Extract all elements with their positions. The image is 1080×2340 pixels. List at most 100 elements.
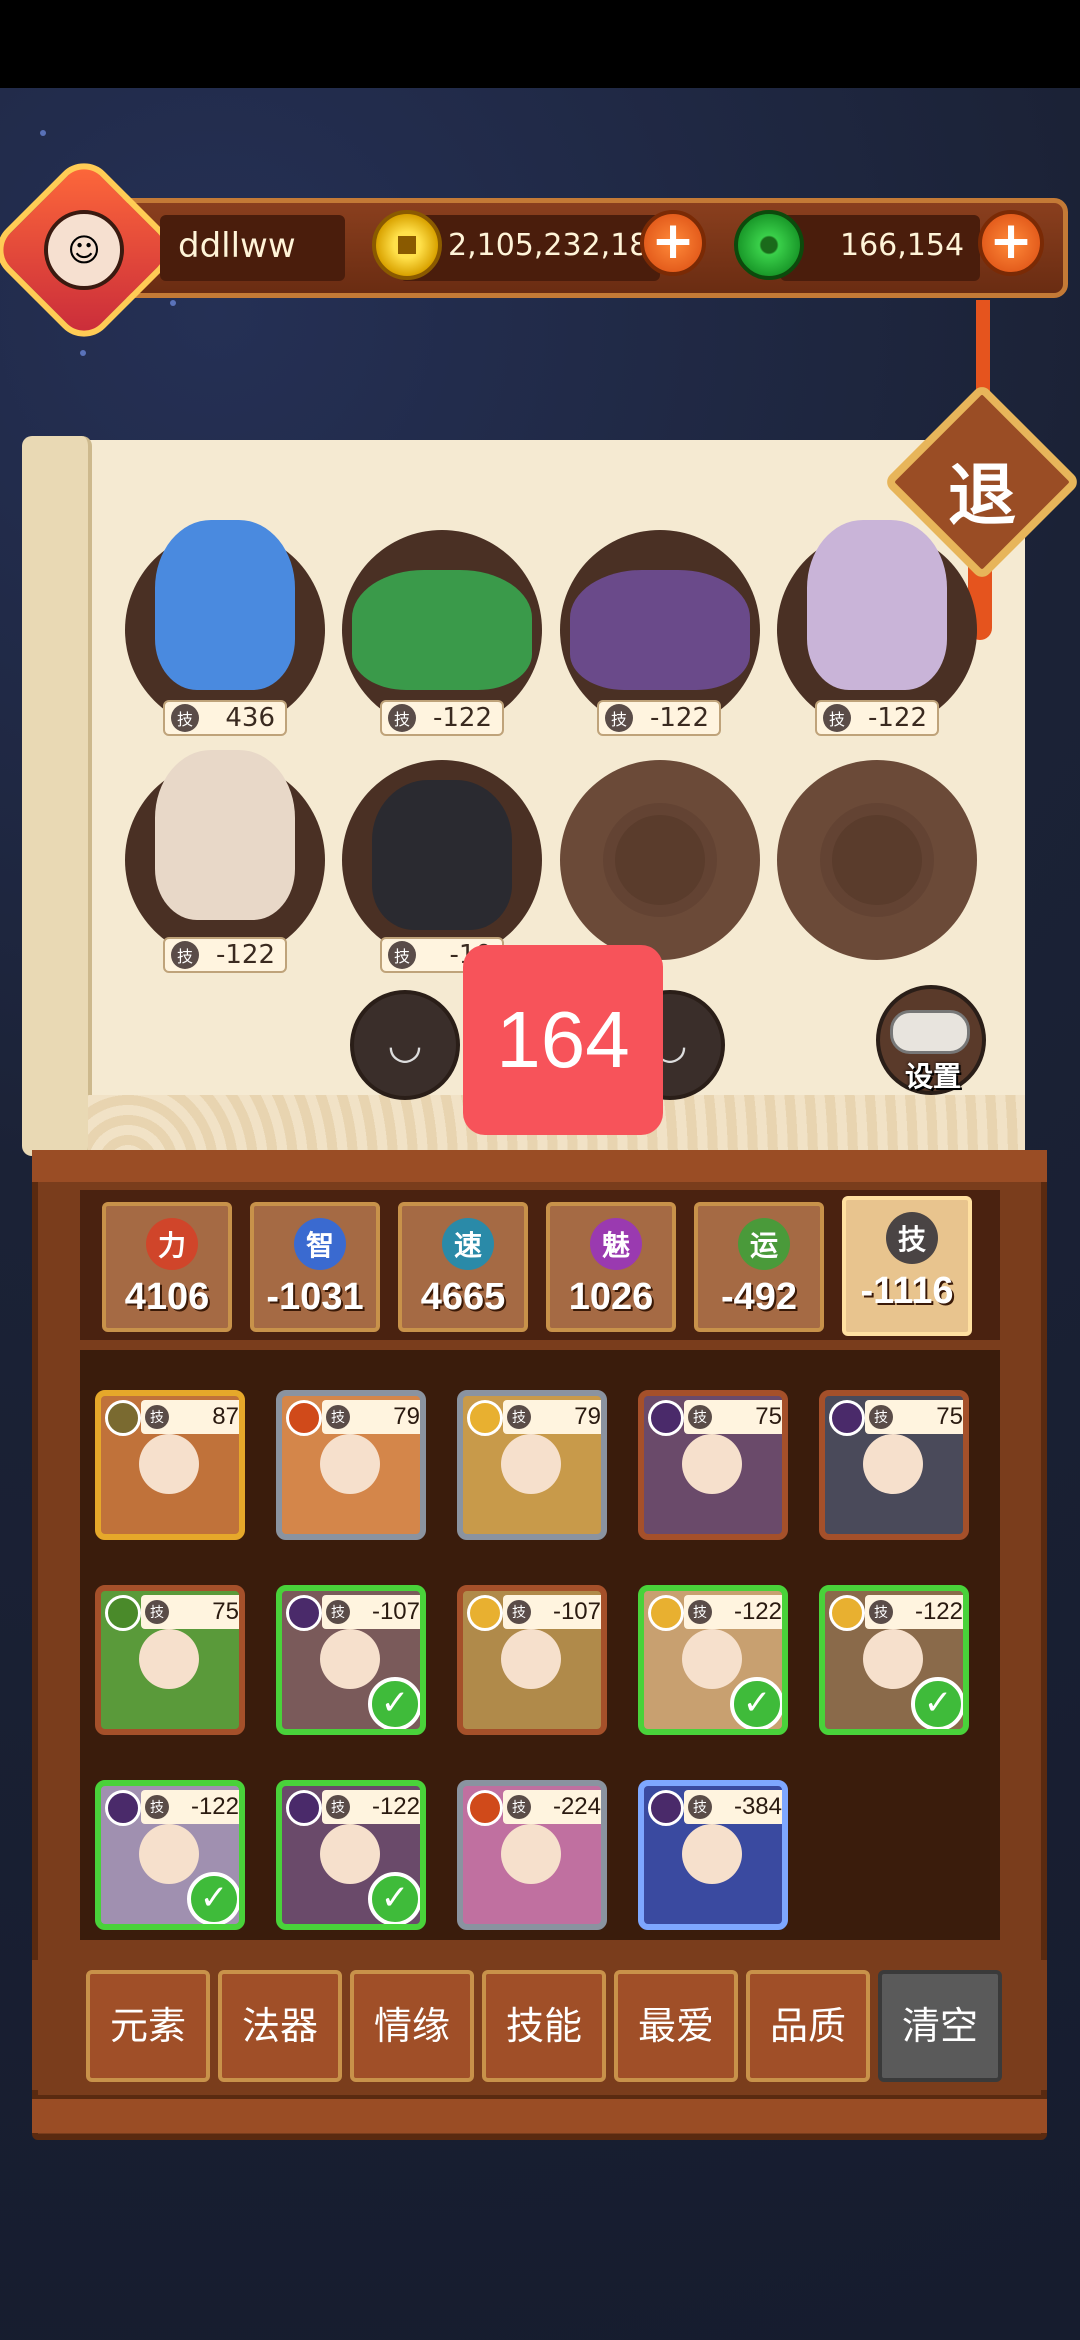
element-icon [286,1400,322,1436]
skill-icon: 技 [145,1600,169,1624]
hero-card-selected[interactable]: 技 -122 ✓ [819,1585,969,1735]
checkmark-icon: ✓ [911,1677,963,1729]
sparkle [170,300,176,306]
hero-card[interactable]: 技 -384 [638,1780,788,1930]
stat-value: -492 [720,1276,798,1318]
card-skill-value: 75 [212,1598,239,1625]
hero-card[interactable]: 技 -224 [457,1780,607,1930]
card-skill-badge: 技 79 [503,1400,601,1434]
hero-card-selected[interactable]: 技 -107 ✓ [276,1585,426,1735]
card-skill-badge: 技 -122 [322,1790,420,1824]
sparkle [40,130,46,136]
strength-icon: 力 [146,1218,198,1270]
skill-icon: 技 [507,1405,531,1429]
slot-skill-value: -122 [432,703,492,733]
clear-button[interactable]: 清空 [878,1970,1002,2082]
skill-icon: 技 [507,1600,531,1624]
skill-icon: 技 [869,1405,893,1429]
skill-icon: 技 [688,1405,712,1429]
element-icon [286,1790,322,1826]
checkmark-icon: ✓ [187,1872,239,1924]
stat-value: -1031 [266,1276,364,1318]
hero-card[interactable]: 技 75 [95,1585,245,1735]
filter-artifact-button[interactable]: 法器 [218,1970,342,2082]
slot-skill-badge: 技 -122 [380,700,504,736]
sparkle [80,350,86,356]
slot-skill-value: 436 [225,703,275,733]
card-skill-value: -224 [552,1793,601,1820]
stat-tile-charm[interactable]: 魅 1026 [546,1202,676,1332]
element-icon [829,1595,865,1631]
card-skill-value: -384 [733,1793,782,1820]
hero-card[interactable]: 技 -107 [457,1585,607,1735]
card-skill-badge: 技 -224 [503,1790,601,1824]
hero-card-selected[interactable]: 技 -122 ✓ [276,1780,426,1930]
skill-icon: 技 [869,1600,893,1624]
hero-portrait [807,520,947,690]
hero-card[interactable]: 技 87 [95,1390,245,1540]
hero-card-selected[interactable]: 技 -122 ✓ [95,1780,245,1930]
skill-icon: 技 [145,1405,169,1429]
card-skill-badge: 技 79 [322,1400,420,1434]
charm-icon: 魅 [590,1218,642,1270]
card-skill-badge: 技 -122 [141,1790,239,1824]
card-skill-value: 79 [393,1403,420,1430]
gold-amount: 2,105,232,183 [448,228,668,263]
username: ddllww [178,226,296,266]
gamepad-icon[interactable] [890,1010,970,1054]
skill-icon: 技 [388,941,416,969]
skill-icon: 技 [326,1405,350,1429]
settings-label[interactable]: 设置 [890,1055,976,1095]
rice-bowl-icon[interactable]: ◡ [350,990,460,1100]
empty-team-slot[interactable] [777,760,977,960]
skill-icon: 技 [326,1795,350,1819]
skill-icon: 技 [171,704,199,732]
stat-value: 1026 [568,1276,654,1318]
hero-face [320,1629,380,1689]
empty-team-slot[interactable] [560,760,760,960]
element-icon [467,1595,503,1631]
filter-bond-button[interactable]: 情缘 [350,1970,474,2082]
hero-card[interactable]: 技 79 [276,1390,426,1540]
skill-icon: 技 [605,704,633,732]
hero-card-selected[interactable]: 技 -122 ✓ [638,1585,788,1735]
filter-quality-button[interactable]: 品质 [746,1970,870,2082]
team-slot[interactable] [342,760,542,960]
slot-skill-badge: 技 436 [163,700,287,736]
hero-face [139,1434,199,1494]
add-jade-button[interactable]: + [978,210,1044,276]
hero-face [682,1434,742,1494]
element-icon [648,1400,684,1436]
filter-element-button[interactable]: 元素 [86,1970,210,2082]
filter-favorite-button[interactable]: 最爱 [614,1970,738,2082]
element-icon [105,1400,141,1436]
element-icon [829,1400,865,1436]
filter-skill-button[interactable]: 技能 [482,1970,606,2082]
stat-tile-speed[interactable]: 速 4665 [398,1202,528,1332]
hero-face [139,1629,199,1689]
stat-tile-intellect[interactable]: 智 -1031 [250,1202,380,1332]
exit-label[interactable]: 退 [930,440,1034,536]
jade-coin-icon [734,210,804,280]
add-gold-button[interactable]: + [640,210,706,276]
element-icon [648,1595,684,1631]
team-slot[interactable] [125,750,325,960]
stat-value: -1116 [860,1270,954,1312]
status-bar [0,0,1080,88]
hero-face [501,1629,561,1689]
element-icon [105,1595,141,1631]
jester-avatar-icon[interactable]: ☺ [44,210,124,290]
stat-tile-skill[interactable]: 技 -1116 [842,1196,972,1336]
skill-icon: 技 [145,1795,169,1819]
element-icon [467,1400,503,1436]
hero-card[interactable]: 技 79 [457,1390,607,1540]
skill-icon: 技 [507,1795,531,1819]
hero-card[interactable]: 技 75 [819,1390,969,1540]
scroll-roll [22,436,92,1156]
hero-card[interactable]: 技 75 [638,1390,788,1540]
card-skill-value: -122 [371,1793,420,1820]
card-skill-badge: 技 -107 [322,1595,420,1629]
stat-tile-strength[interactable]: 力 4106 [102,1202,232,1332]
stat-tile-luck[interactable]: 运 -492 [694,1202,824,1332]
gold-coin-icon [372,210,442,280]
